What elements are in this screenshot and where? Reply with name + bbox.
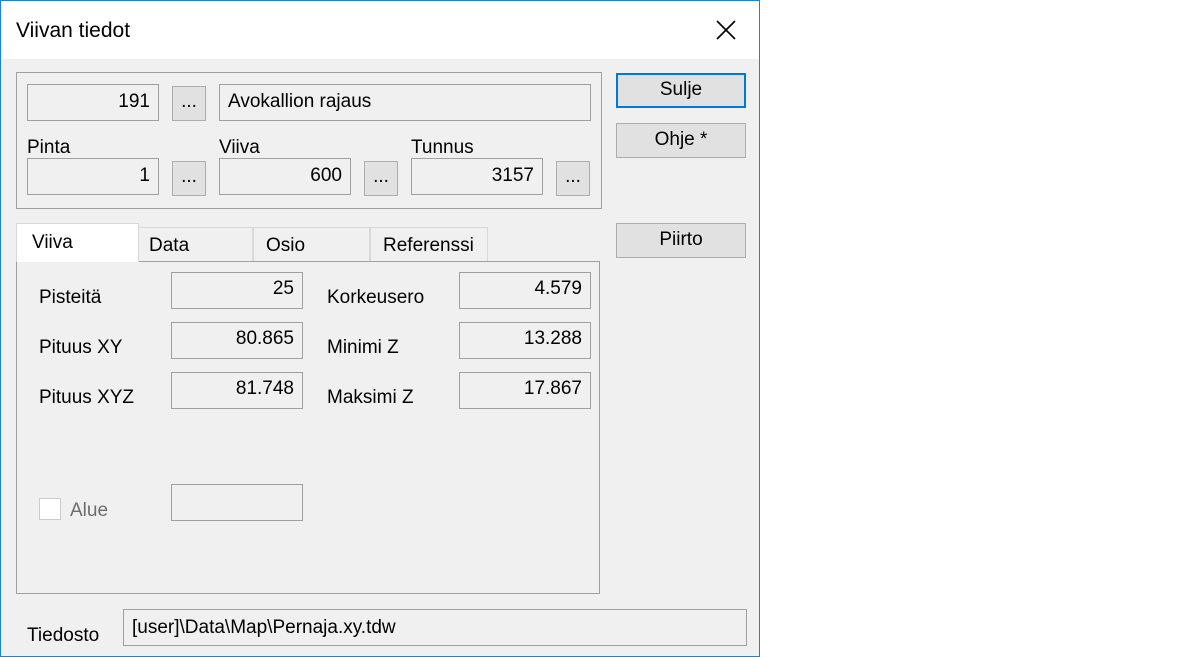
viiva-field[interactable]: 600	[219, 158, 351, 195]
height-difference-label: Korkeusero	[327, 287, 425, 308]
area-label: Alue	[70, 500, 109, 521]
maximum-z-field: 17.867	[459, 372, 591, 409]
line-name-field[interactable]: Avokallion rajaus	[219, 84, 591, 121]
length-xy-field: 80.865	[171, 322, 303, 359]
tab-osio[interactable]: Osio	[253, 227, 370, 261]
length-xy-label: Pituus XY	[39, 337, 123, 358]
file-label: Tiedosto	[27, 625, 100, 646]
length-xyz-field: 81.748	[171, 372, 303, 409]
close-x-icon	[716, 20, 736, 40]
area-field	[171, 484, 303, 521]
height-difference-field: 4.579	[459, 272, 591, 309]
tab-data[interactable]: Data	[136, 227, 253, 261]
draw-button[interactable]: Piirto	[616, 223, 746, 258]
tunnus-browse-button[interactable]: ...	[556, 161, 590, 196]
number-browse-button[interactable]: ...	[172, 86, 206, 121]
number-field[interactable]: 191	[27, 84, 159, 121]
close-button[interactable]	[701, 7, 751, 53]
viiva-label: Viiva	[219, 137, 260, 158]
tunnus-field[interactable]: 3157	[411, 158, 543, 195]
dialog-title: Viivan tiedot	[16, 19, 131, 42]
pinta-field[interactable]: 1	[27, 158, 159, 195]
pinta-label: Pinta	[27, 137, 71, 158]
close-dialog-button[interactable]: Sulje	[616, 73, 746, 108]
maximum-z-label: Maksimi Z	[327, 387, 414, 408]
viiva-tab-panel	[16, 261, 600, 594]
viiva-browse-button[interactable]: ...	[364, 161, 398, 196]
pinta-browse-button[interactable]: ...	[172, 161, 206, 196]
area-checkbox[interactable]	[39, 498, 61, 520]
tab-referenssi[interactable]: Referenssi	[370, 227, 488, 261]
tab-viiva[interactable]: Viiva	[16, 223, 139, 262]
tunnus-label: Tunnus	[411, 137, 474, 158]
minimum-z-field: 13.288	[459, 322, 591, 359]
file-path-field: [user]\Data\Map\Pernaja.xy.tdw	[123, 609, 747, 646]
points-label: Pisteitä	[39, 287, 102, 308]
length-xyz-label: Pituus XYZ	[39, 387, 135, 408]
minimum-z-label: Minimi Z	[327, 337, 399, 358]
points-field: 25	[171, 272, 303, 309]
help-button[interactable]: Ohje *	[616, 123, 746, 158]
title-bar: Viivan tiedot	[1, 1, 759, 59]
dialog-window: Viivan tiedot 191 ... Avokallion rajaus …	[0, 0, 760, 657]
